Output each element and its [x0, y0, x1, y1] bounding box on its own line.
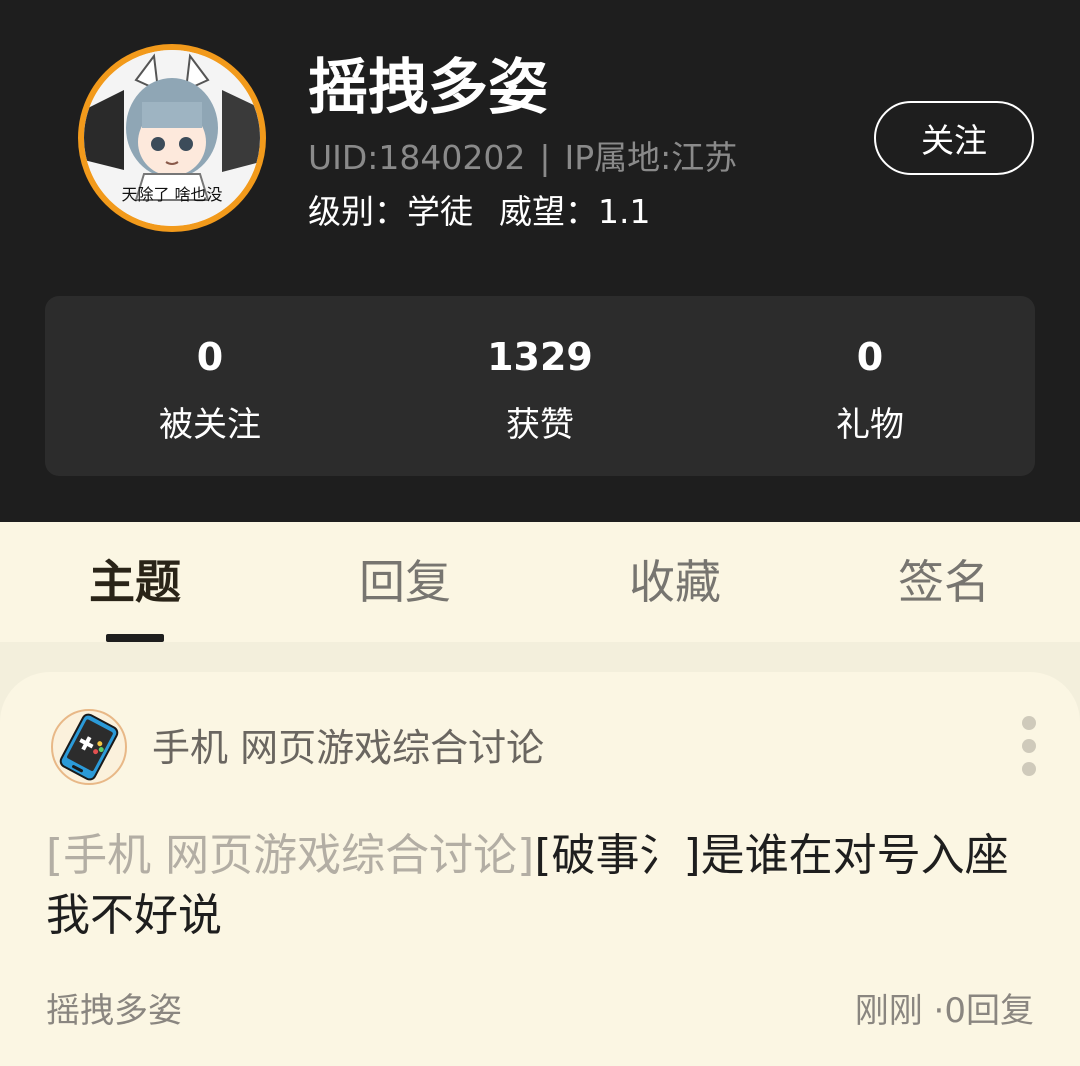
- follow-button[interactable]: 关注: [874, 101, 1034, 175]
- gamepad-phone-icon: [51, 709, 127, 785]
- stat-value: 1329: [487, 335, 593, 379]
- level-line: 级别：学徒 威望：1.1: [308, 190, 650, 234]
- tab-replies[interactable]: 回复: [359, 552, 451, 612]
- stat-label: 被关注: [159, 405, 261, 445]
- prestige-text: 威望：1.1: [499, 192, 651, 231]
- level-text: 级别：学徒: [308, 192, 473, 231]
- avatar-image: 天除了 啥也没: [84, 50, 260, 226]
- stat-followers[interactable]: 0 被关注: [45, 296, 375, 476]
- meta-separator: ·: [933, 991, 945, 1031]
- stats-panel: 0 被关注 1329 获赞 0 礼物: [45, 296, 1035, 476]
- tab-favorites[interactable]: 收藏: [629, 552, 721, 612]
- tab-bar: 主题 回复 收藏 签名: [0, 522, 1080, 642]
- uid-ip-line: UID:1840202 | IP属地:江苏: [308, 136, 737, 180]
- username: 摇拽多姿: [308, 53, 548, 123]
- forum-name[interactable]: 手机 网页游戏综合讨论: [152, 722, 544, 774]
- stat-label: 获赞: [506, 405, 574, 445]
- stat-gifts[interactable]: 0 礼物: [705, 296, 1035, 476]
- stat-value: 0: [856, 335, 884, 379]
- stat-label: 礼物: [836, 405, 904, 445]
- stat-likes[interactable]: 1329 获赞: [375, 296, 705, 476]
- reply-count: 0回复: [944, 991, 1034, 1031]
- post-meta: 刚刚 ·0回复: [855, 988, 1034, 1034]
- uid-separator: |: [539, 138, 551, 177]
- uid-text: UID:1840202: [308, 138, 526, 177]
- ip-location: IP属地:江苏: [564, 138, 738, 177]
- post-card[interactable]: 手机 网页游戏综合讨论 [手机 网页游戏综合讨论][破事氵]是谁在对号入座我不好…: [0, 672, 1080, 1066]
- profile-header: 天除了 啥也没 摇拽多姿 UID:1840202 | IP属地:江苏 级别：学徒 威望…: [0, 0, 1080, 522]
- post-author[interactable]: 摇拽多姿: [46, 988, 182, 1034]
- post-title-prefix: [手机 网页游戏综合讨论]: [46, 830, 535, 881]
- svg-text:天除了 啥也没: 天除了 啥也没: [121, 185, 222, 204]
- avatar[interactable]: 天除了 啥也没: [78, 44, 266, 232]
- tab-topics[interactable]: 主题: [89, 552, 181, 612]
- active-tab-indicator: [106, 634, 164, 642]
- stat-value: 0: [196, 335, 224, 379]
- post-time: 刚刚: [854, 991, 923, 1031]
- tab-signature[interactable]: 签名: [898, 552, 990, 612]
- post-title[interactable]: [手机 网页游戏综合讨论][破事氵]是谁在对号入座我不好说: [46, 826, 1036, 946]
- more-options-icon[interactable]: [1020, 716, 1038, 780]
